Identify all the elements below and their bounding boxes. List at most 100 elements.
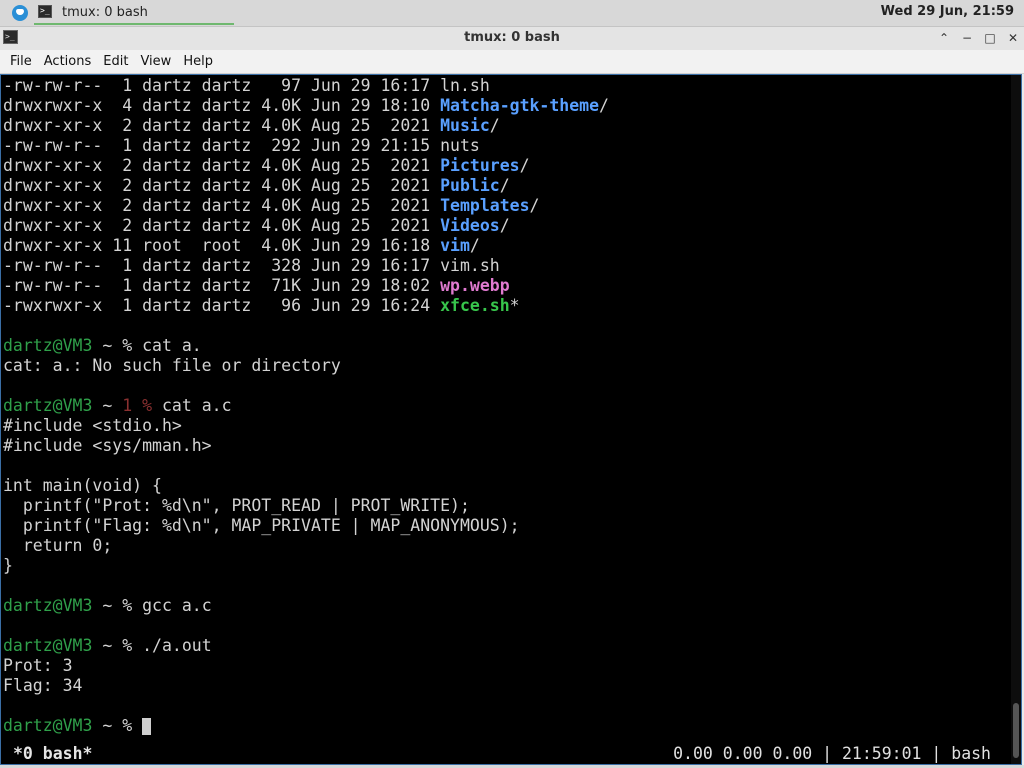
listing-row-suffix: / <box>499 176 510 195</box>
command-text: cat a. <box>142 336 202 355</box>
listing-row: -rwxrwxr-x 1 dartz dartz 96 Jun 29 16:24… <box>3 296 520 316</box>
prompt-user-host: dartz@VM3 <box>3 396 93 415</box>
prompt-symbol: % <box>142 396 162 415</box>
listing-row: drwxr-xr-x 2 dartz dartz 4.0K Aug 25 202… <box>3 216 510 236</box>
menu-edit[interactable]: Edit <box>97 51 134 74</box>
listing-row: -rw-rw-r-- 1 dartz dartz 292 Jun 29 21:1… <box>3 136 480 156</box>
command-output: Flag: 34 <box>3 676 83 695</box>
prompt-symbol: % <box>122 716 143 735</box>
listing-row-meta: drwxr-xr-x 2 dartz dartz 4.0K Aug 25 202… <box>3 196 441 215</box>
listing-row: drwxr-xr-x 2 dartz dartz 4.0K Aug 25 202… <box>3 116 500 136</box>
prompt-user-host: dartz@VM3 <box>3 596 93 615</box>
listing-row-suffix: / <box>519 156 530 175</box>
prompt-line: dartz@VM3 ~ % ./a.out <box>3 636 212 656</box>
listing-row: -rw-rw-r-- 1 dartz dartz 71K Jun 29 18:0… <box>3 276 510 296</box>
listing-row-suffix: / <box>469 236 480 255</box>
prompt-line: dartz@VM3 ~ % gcc a.c <box>3 596 212 616</box>
listing-row: -rw-rw-r-- 1 dartz dartz 328 Jun 29 16:1… <box>3 256 500 276</box>
panel-clock[interactable]: Wed 29 Jun, 21:59 <box>881 4 1014 19</box>
listing-row-suffix: / <box>499 216 510 235</box>
listing-row: drwxr-xr-x 2 dartz dartz 4.0K Aug 25 202… <box>3 196 539 216</box>
prompt-line: dartz@VM3 ~ 1 % cat a.c <box>3 396 232 416</box>
listing-row-name: Videos <box>440 216 500 235</box>
window-titlebar[interactable]: >_ tmux: 0 bash ⌃ − □ ✕ <box>0 27 1024 50</box>
listing-row-name: Templates <box>440 196 530 215</box>
maximize-button[interactable]: □ <box>981 29 999 47</box>
listing-row: drwxr-xr-x 2 dartz dartz 4.0K Aug 25 202… <box>3 156 530 176</box>
listing-row-name: vim.sh <box>440 256 500 275</box>
listing-row-name: xfce.sh <box>440 296 510 315</box>
listing-row: -rw-rw-r-- 1 dartz dartz 97 Jun 29 16:17… <box>3 76 490 96</box>
listing-row: drwxr-xr-x 11 root root 4.0K Jun 29 16:1… <box>3 236 480 256</box>
command-output: cat: a.: No such file or directory <box>3 356 341 375</box>
prompt-symbol: % <box>122 636 143 655</box>
terminal-view[interactable]: -rw-rw-r-- 1 dartz dartz 97 Jun 29 16:17… <box>0 74 1022 765</box>
listing-row: drwxrwxr-x 4 dartz dartz 4.0K Jun 29 18:… <box>3 96 609 116</box>
command-output: Prot: 3 <box>3 656 73 675</box>
prompt-exit-code: 1 <box>122 396 133 415</box>
listing-row-meta: drwxr-xr-x 2 dartz dartz 4.0K Aug 25 202… <box>3 156 441 175</box>
listing-row: drwxr-xr-x 2 dartz dartz 4.0K Aug 25 202… <box>3 176 510 196</box>
close-button[interactable]: ✕ <box>1004 29 1022 47</box>
listing-row-name: nuts <box>440 136 480 155</box>
listing-row-meta: -rw-rw-r-- 1 dartz dartz 71K Jun 29 18:0… <box>3 276 441 295</box>
listing-row-meta: drwxr-xr-x 2 dartz dartz 4.0K Aug 25 202… <box>3 216 441 235</box>
prompt-path: ~ <box>92 716 123 735</box>
listing-row-name: Music <box>440 116 490 135</box>
listing-row-meta: -rw-rw-r-- 1 dartz dartz 97 Jun 29 16:17 <box>3 76 441 95</box>
listing-row-meta: -rw-rw-r-- 1 dartz dartz 328 Jun 29 16:1… <box>3 256 441 275</box>
top-panel: >_ tmux: 0 bash Wed 29 Jun, 21:59 <box>0 0 1024 27</box>
minimize-button[interactable]: − <box>958 29 976 47</box>
listing-row-meta: -rwxrwxr-x 1 dartz dartz 96 Jun 29 16:24 <box>3 296 441 315</box>
listing-row-meta: drwxrwxr-x 4 dartz dartz 4.0K Jun 29 18:… <box>3 96 441 115</box>
listing-row-suffix: / <box>489 116 500 135</box>
listing-row-meta: drwxr-xr-x 2 dartz dartz 4.0K Aug 25 202… <box>3 176 441 195</box>
menu-actions[interactable]: Actions <box>38 51 98 74</box>
current-prompt-line[interactable]: dartz@VM3 ~ % <box>3 716 152 736</box>
listing-row-name: wp.webp <box>440 276 510 295</box>
prompt-user-host: dartz@VM3 <box>3 336 93 355</box>
source-line: printf("Flag: %d\n", MAP_PRIVATE | MAP_A… <box>3 516 520 535</box>
whisker-menu-icon[interactable] <box>12 5 28 21</box>
taskbar-title: tmux: 0 bash <box>62 5 148 20</box>
command-text: ./a.out <box>142 636 212 655</box>
taskbar-button-tmux[interactable]: >_ tmux: 0 bash <box>34 1 234 25</box>
menubar: File Actions Edit View Help <box>0 50 1024 74</box>
listing-row-suffix: / <box>599 96 609 115</box>
listing-row-suffix: * <box>509 296 520 315</box>
source-line: #include <stdio.h> <box>3 416 182 435</box>
prompt-line: dartz@VM3 ~ % cat a. <box>3 336 202 356</box>
source-line: int main(void) { <box>3 476 162 495</box>
menu-help[interactable]: Help <box>177 51 219 74</box>
keep-above-button[interactable]: ⌃ <box>935 29 953 47</box>
listing-row-meta: drwxr-xr-x 11 root root 4.0K Jun 29 16:1… <box>3 236 441 255</box>
tmux-window-tab[interactable]: *0 bash* <box>13 743 92 764</box>
prompt-symbol: % <box>122 336 143 355</box>
source-line: #include <sys/mman.h> <box>3 436 212 455</box>
listing-row-suffix: / <box>529 196 540 215</box>
command-text: cat a.c <box>161 396 232 415</box>
listing-row-name: Pictures <box>440 156 520 175</box>
listing-row-meta: drwxr-xr-x 2 dartz dartz 4.0K Aug 25 202… <box>3 116 441 135</box>
prompt-user-host: dartz@VM3 <box>3 636 93 655</box>
listing-row-name: ln.sh <box>440 76 490 95</box>
prompt-path: ~ <box>92 396 123 415</box>
listing-row-name: Matcha-gtk-theme <box>440 96 600 115</box>
terminal-scrollbar[interactable] <box>1011 75 1021 764</box>
terminal-cursor <box>142 718 152 735</box>
menu-file[interactable]: File <box>0 51 38 74</box>
menu-view[interactable]: View <box>134 51 177 74</box>
source-line: printf("Prot: %d\n", PROT_READ | PROT_WR… <box>3 496 470 515</box>
prompt-user-host: dartz@VM3 <box>3 716 93 735</box>
window-title: tmux: 0 bash <box>464 30 560 45</box>
source-line: } <box>3 556 13 575</box>
prompt-path: ~ <box>92 596 123 615</box>
prompt-symbol: % <box>122 596 143 615</box>
terminal-icon: >_ <box>38 5 52 18</box>
listing-row-name: Public <box>440 176 500 195</box>
source-line: return 0; <box>3 536 113 555</box>
tmux-status-bar: *0 bash* 0.00 0.00 0.00 | 21:59:01 | bas… <box>1 743 1021 764</box>
listing-row-meta: -rw-rw-r-- 1 dartz dartz 292 Jun 29 21:1… <box>3 136 441 155</box>
prompt-path: ~ <box>92 336 123 355</box>
command-text: gcc a.c <box>142 596 212 615</box>
